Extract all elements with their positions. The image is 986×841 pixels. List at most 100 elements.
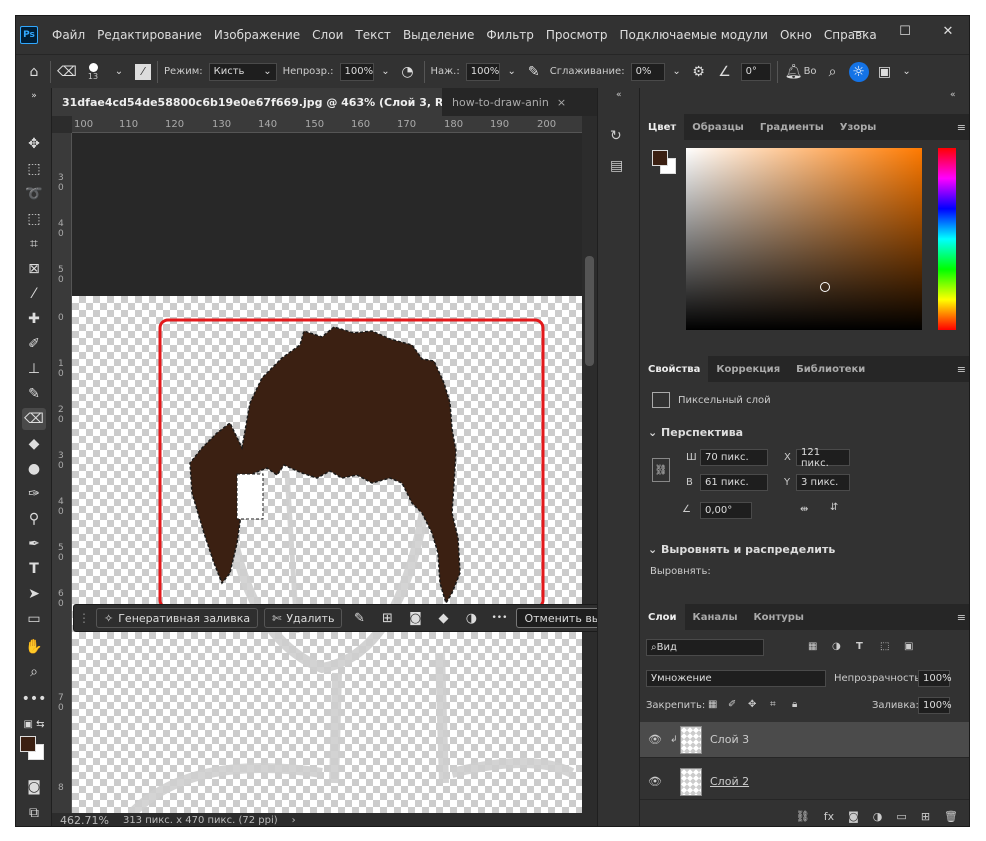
menu-window[interactable]: Окно xyxy=(774,28,818,42)
width-input[interactable]: 70 пикс. xyxy=(700,449,768,466)
fg-color-chip[interactable] xyxy=(652,150,668,166)
brush-tool-icon[interactable]: ✐ xyxy=(22,333,46,355)
layer-filter-select[interactable]: ⌕ Вид xyxy=(646,639,764,656)
pressure-opacity-icon[interactable]: ◔ xyxy=(398,62,418,82)
perspective-section-title[interactable]: ⌄ Перспектива xyxy=(648,426,743,439)
adjustment-layer-icon[interactable]: ◑ xyxy=(873,810,883,826)
close-icon[interactable]: × xyxy=(557,96,566,109)
angle-input[interactable]: 0° xyxy=(740,62,771,81)
workspace-icon[interactable]: ▣ xyxy=(875,62,895,82)
paint-bucket-tool-icon[interactable]: ◆ xyxy=(22,433,46,455)
maximize-button[interactable]: ☐ xyxy=(882,16,928,46)
tab-gradients[interactable]: Градиенты xyxy=(752,114,832,140)
pen-tool-icon[interactable]: ✒ xyxy=(22,533,46,555)
lasso-tool-icon[interactable]: ➰ xyxy=(22,183,46,205)
chevron-down-icon[interactable]: ⌄ xyxy=(380,62,392,82)
doc-info[interactable]: 313 пикс. x 470 пикс. (72 ppi) xyxy=(123,815,278,826)
eye-icon[interactable]: 👁︎ xyxy=(640,733,670,746)
healing-tool-icon[interactable]: ✚ xyxy=(22,308,46,330)
menu-edit[interactable]: Редактирование xyxy=(91,28,208,42)
invert-selection-icon[interactable]: ⊞ xyxy=(376,608,398,628)
x-input[interactable]: 121 пикс. xyxy=(796,447,850,469)
opacity-input[interactable]: 100% xyxy=(339,62,374,81)
chevron-down-icon[interactable]: ⌄ xyxy=(109,62,129,82)
adjustment-icon[interactable]: ◑ xyxy=(460,608,482,628)
link-icon[interactable]: ⛓ xyxy=(652,458,670,482)
flip-vertical-icon[interactable]: ⇵ xyxy=(830,502,838,513)
layer-name[interactable]: Слой 3 xyxy=(710,733,749,746)
filter-smart-icon[interactable]: ▣ xyxy=(904,641,913,652)
trash-icon[interactable]: 🗑︎ xyxy=(944,810,958,826)
filter-shape-icon[interactable]: ⬚ xyxy=(880,641,889,652)
flip-horizontal-icon[interactable]: ⇹ xyxy=(800,504,808,515)
layer-name[interactable]: Слой 2 xyxy=(710,775,749,788)
folder-icon[interactable]: ▭ xyxy=(896,810,906,826)
smoothing-input[interactable]: 0% xyxy=(630,62,665,81)
lock-transparency-icon[interactable]: ▦ xyxy=(708,699,717,710)
collapse-icon[interactable]: « xyxy=(950,90,956,100)
foreground-color-swatch[interactable] xyxy=(20,736,36,752)
height-input[interactable]: 61 пикс. xyxy=(700,474,768,491)
quick-mask-icon[interactable]: ◙ xyxy=(22,776,46,798)
gear-icon[interactable]: ⚙ xyxy=(689,62,709,82)
crop-tool-icon[interactable]: ⌗ xyxy=(22,233,46,255)
filter-adjust-icon[interactable]: ◑ xyxy=(832,641,841,652)
comments-icon[interactable]: ▤ xyxy=(610,158,623,174)
airbrush-icon[interactable]: ✎ xyxy=(524,62,544,82)
new-layer-icon[interactable]: ⊞ xyxy=(921,810,930,826)
more-options-icon[interactable]: ••• xyxy=(488,608,510,628)
menu-text[interactable]: Текст xyxy=(349,28,397,42)
lightbulb-icon[interactable]: ☼ xyxy=(848,61,869,82)
dodge-tool-icon[interactable]: ✑ xyxy=(22,483,46,505)
canvas-area[interactable] xyxy=(72,133,582,813)
layer-row-selected[interactable]: 👁︎ ↲ Слой 3 xyxy=(640,722,969,758)
color-field[interactable] xyxy=(686,148,922,330)
menu-plugins[interactable]: Подключаемые модули xyxy=(613,28,774,42)
frame-tool-icon[interactable]: ⊠ xyxy=(22,258,46,280)
menu-filter[interactable]: Фильтр xyxy=(480,28,539,42)
filter-type-icon[interactable]: T xyxy=(856,641,863,652)
eyedropper-tool-icon[interactable]: ⁄ xyxy=(22,283,46,305)
menu-view[interactable]: Просмотр xyxy=(540,28,614,42)
remove-button[interactable]: ✄ Удалить xyxy=(264,608,343,628)
lock-artboard-icon[interactable]: ⌗ xyxy=(770,699,776,710)
bell-icon[interactable]: 🔔︎ xyxy=(784,62,804,82)
blur-tool-icon[interactable]: ● xyxy=(22,458,46,480)
history-icon[interactable]: ↻ xyxy=(610,128,622,144)
link-layers-icon[interactable]: ⛓ xyxy=(796,810,810,826)
path-select-tool-icon[interactable]: ➤ xyxy=(22,583,46,605)
fill-icon[interactable]: ◆ xyxy=(432,608,454,628)
align-section-title[interactable]: ⌄ Выровнять и распределить xyxy=(648,543,835,556)
more-tools-icon[interactable]: ••• xyxy=(22,688,47,710)
scroll-thumb[interactable] xyxy=(585,256,594,366)
tab-document-1[interactable]: 31dfae4cd54de58800c6b19e0e67f669.jpg @ 4… xyxy=(52,88,442,116)
chevron-right-icon[interactable]: › xyxy=(292,815,296,826)
hand-tool-icon[interactable]: ✋ xyxy=(22,636,46,658)
lock-position-icon[interactable]: ✥ xyxy=(748,699,756,710)
brush-preset-picker[interactable]: 13 xyxy=(83,62,103,81)
panel-menu-icon[interactable]: ≡ xyxy=(957,121,966,134)
tab-layers[interactable]: Слои xyxy=(640,604,685,630)
pressure-input[interactable]: 100% xyxy=(465,62,500,81)
stamp-tool-icon[interactable]: ⊥ xyxy=(22,358,46,380)
default-colors-icon[interactable]: ▣ ⇆ xyxy=(22,713,46,735)
brush-settings-icon[interactable]: ⁄ xyxy=(135,63,151,80)
home-icon[interactable]: ⌂ xyxy=(24,62,44,82)
layer-opacity-input[interactable]: 100% xyxy=(918,670,952,687)
vertical-scrollbar[interactable] xyxy=(582,116,597,813)
object-select-tool-icon[interactable]: ⬚ xyxy=(22,208,46,230)
color-picker-marker[interactable] xyxy=(820,282,830,292)
drag-handle-icon[interactable]: ⋮ xyxy=(78,611,90,625)
chevron-down-icon[interactable]: ⌄ xyxy=(506,62,518,82)
search-icon[interactable]: ⌕ xyxy=(823,62,843,82)
collapse-icon[interactable]: » xyxy=(22,90,46,102)
tab-patterns[interactable]: Узоры xyxy=(832,114,885,140)
marquee-tool-icon[interactable]: ⬚ xyxy=(22,158,46,180)
history-brush-tool-icon[interactable]: ✎ xyxy=(22,383,46,405)
lock-all-icon[interactable]: 🔒︎ xyxy=(792,699,797,710)
tab-channels[interactable]: Каналы xyxy=(685,604,746,630)
tab-document-2[interactable]: how-to-draw-anin × xyxy=(442,88,582,116)
screen-mode-icon[interactable]: ⧉ xyxy=(22,802,46,824)
chevron-down-icon[interactable]: ⌄ xyxy=(901,62,913,82)
zoom-level[interactable]: 462.71% xyxy=(60,814,109,826)
